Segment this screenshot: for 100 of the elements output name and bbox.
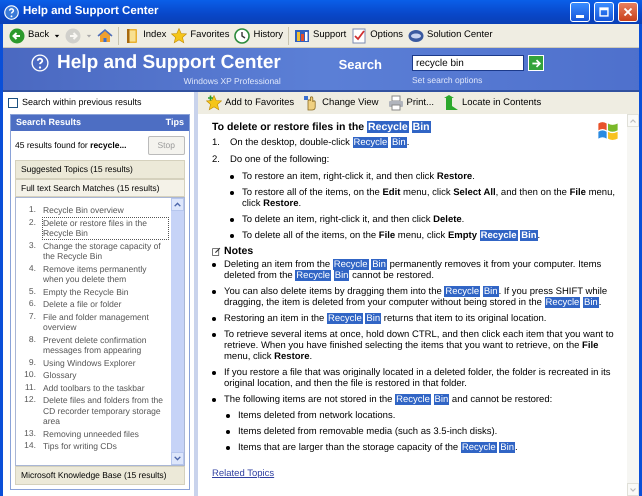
bullet-icon [212,333,216,337]
result-number: 11. [24,382,36,394]
result-link[interactable]: Add toolbars to the taskbar [42,382,146,394]
star-icon [171,28,188,44]
bullet-icon [212,398,216,402]
related-topics-link[interactable]: Related Topics [212,468,274,479]
result-link[interactable]: Recycle Bin overview [42,204,125,217]
result-number: 6. [28,298,36,310]
bullet-icon [230,175,234,179]
result-number: 13. [23,428,36,440]
checklist-icon [351,28,368,44]
result-link[interactable]: Removing unneeded files [42,428,140,440]
caret-icon[interactable] [54,32,60,38]
result-link[interactable]: Delete files and folders from the CD recorder temporary storage area [42,394,169,428]
note-text: To delete an item, right-click it, and then click Delete. [242,214,464,225]
result-link[interactable]: Change the storage capacity of the Recycle Bin [42,240,169,263]
printer-icon [388,95,404,111]
result-link[interactable]: Delete a file or folder [42,298,122,311]
note-text: To restore all of the items, on the Edit menu, click Select All, and then on the File menu, click Restore. [242,187,616,209]
close-icon [621,5,635,19]
scroll-down-icon [173,454,182,464]
result-link[interactable]: Glossary [42,369,78,382]
panel-title: Search Results [16,116,82,130]
arrow-icon [442,95,459,111]
bullet-icon [212,290,216,294]
arrow-icon [530,58,542,68]
note-text: To retrieve several items at once, hold down CTRL, and then click each item that you want to retrieve. When you have finished selecting the items that you want to retrieve, on the File menu, click Restore. [224,329,615,362]
help-icon [31,54,49,72]
result-number: 9. [28,356,36,369]
result-number: 14. [23,440,36,452]
solution-button[interactable]: Solution Center [408,28,493,44]
step-text: Do one of the following: [230,154,330,165]
go-button[interactable] [528,55,544,71]
bullet-icon [212,317,216,321]
result-link[interactable]: File and folder management overview [42,310,169,334]
help-icon [4,4,19,20]
options-button[interactable]: Options [351,28,404,44]
index-button[interactable]: Index [124,28,166,44]
minimize-button[interactable] [570,2,590,22]
notes-heading: Notes [224,246,254,257]
close-button[interactable] [618,2,638,22]
favorites-button[interactable]: Favorites [171,28,230,44]
checkbox[interactable] [8,98,18,108]
scroll-up-icon [173,200,182,210]
note-text: To delete all of the items, on the File menu, click Empty Recycle Bin. [242,230,540,241]
result-group-header[interactable]: Full text Search Matches (15 results) [15,178,185,198]
minimize-icon [576,15,584,18]
result-link[interactable]: Empty the Recycle Bin [42,286,130,298]
search-field[interactable]: recycle bin [412,55,524,71]
scrollbar[interactable] [627,114,639,496]
step-text: On the desktop, double-click Recycle Bin. [230,137,410,148]
locate-button[interactable]: Locate in Contents [442,95,542,111]
result-link[interactable]: Remove items permanently when you delete them [42,262,169,286]
search-label: Search [338,56,382,74]
result-link[interactable]: Delete or restore files in the Recycle Bin [42,216,169,240]
add-favorite-button[interactable]: Add to Favorites [206,95,294,111]
print-button[interactable]: Print... [388,95,434,111]
maximize-button[interactable] [594,2,614,22]
note-text: Items deleted from removable media (such as 3.5-inch disks). [238,426,498,437]
oval-logo-icon [408,28,424,44]
result-group-header[interactable]: Suggested Topics (15 results) [15,160,185,178]
bullet-icon [230,191,234,195]
result-number: 12. [23,394,36,406]
bullet-icon [226,430,230,434]
results-summary: 45 results found for recycle... [15,139,127,152]
bullet-icon [230,234,234,238]
note-icon [212,247,221,256]
support-button[interactable]: Support [294,28,346,44]
home-button[interactable] [97,28,114,44]
note-text: Items that are larger than the storage capacity of the Recycle Bin. [238,442,518,453]
result-number: 5. [28,286,36,298]
house-icon [97,28,114,44]
result-link[interactable]: Tips for writing CDs [42,440,118,453]
change-view-button[interactable]: Change View [303,95,379,111]
result-link[interactable]: Prevent delete confirmation messages from appearing [42,334,169,357]
clock-icon [234,28,250,44]
result-number: 1. [28,204,36,216]
result-number: 2. [28,216,36,229]
result-group-header[interactable]: Microsoft Knowledge Base (15 results) [15,466,185,485]
bullet-icon [212,371,216,375]
result-number: 10. [23,369,36,382]
tips-link[interactable]: Tips [166,116,184,130]
result-number: 8. [28,334,36,346]
bullet-icon [212,263,216,267]
result-number: 3. [28,240,36,252]
history-button[interactable]: History [234,28,284,44]
window-title: Help and Support Center [23,4,160,20]
star-plus-icon [206,95,222,111]
note-text: Deleting an item from the Recycle Bin permanently removes it from your computer. Items deleted from the Recycle Bin cannot be restored. [224,259,602,281]
result-number: 7. [28,310,36,323]
note-text: Items deleted from network locations. [238,410,396,421]
result-link[interactable]: Using Windows Explorer [42,356,137,370]
scrollbar[interactable] [171,198,184,466]
header-subtitle: Windows XP Professional [182,75,281,88]
back-button[interactable]: Back [9,28,50,44]
note-text: If you restore a file that was originally located in a deleted folder, the folder is recreated in its original location, and then the file is restored in that folder. [224,367,612,389]
note-text: Restoring an item in the Recycle Bin returns that item to its original location. [224,313,546,324]
bullet-icon [230,218,234,222]
scroll-up-icon [629,116,637,124]
note-text: To restore an item, right-click it, and then click Restore. [242,171,475,182]
